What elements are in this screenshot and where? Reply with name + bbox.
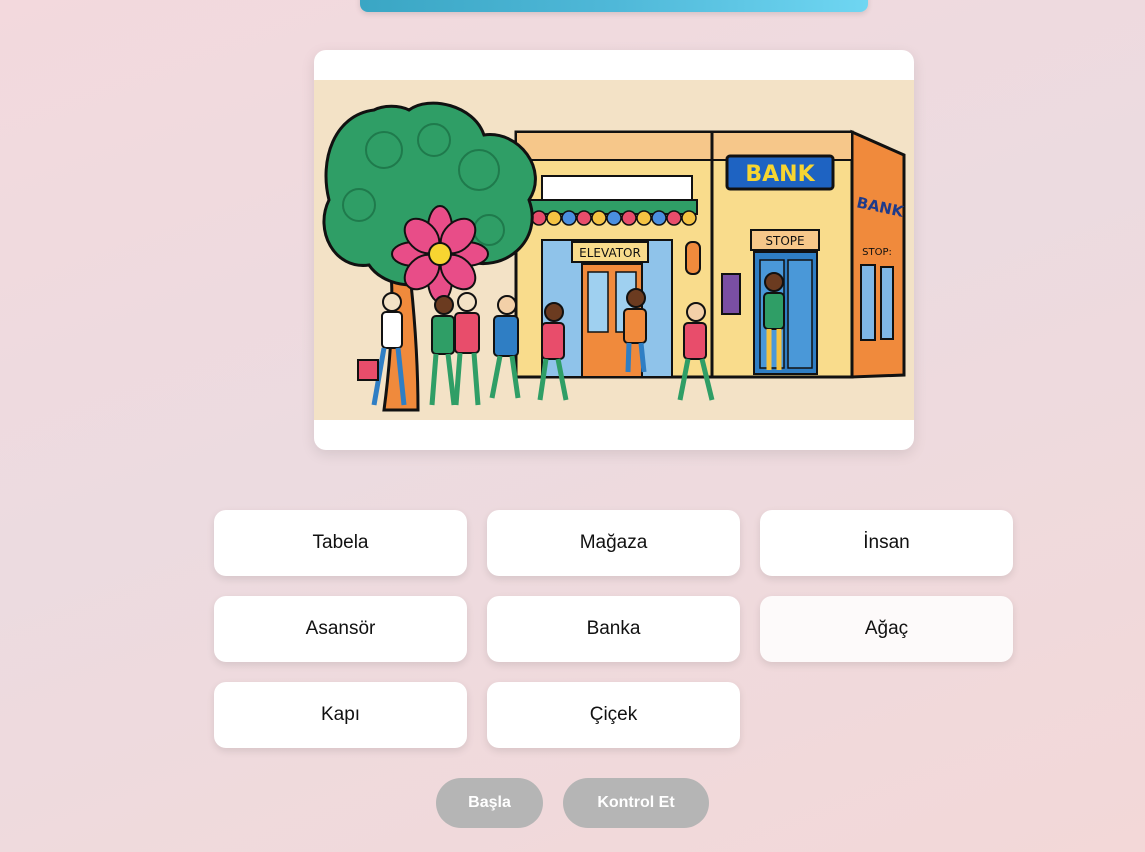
word-card-asansor[interactable]: Asansör <box>214 596 467 662</box>
elevator-sign-text: ELEVATOR <box>579 246 641 260</box>
word-card-agac[interactable]: Ağaç <box>760 596 1013 662</box>
top-banner <box>360 0 868 12</box>
street-scene-illustration: BANK BANK STOP: ELEVATOR STOPE <box>314 80 914 420</box>
control-buttons: Başla Kontrol Et <box>0 778 1145 828</box>
bank-sign-text: BANK <box>745 162 815 187</box>
side-stop-sign-text: STOP: <box>862 247 892 258</box>
store-sign-text: STOPE <box>765 234 804 248</box>
start-button[interactable]: Başla <box>436 778 543 828</box>
word-options-grid: Tabela Mağaza İnsan Asansör Banka Ağaç K… <box>214 510 1013 748</box>
word-card-magaza[interactable]: Mağaza <box>487 510 740 576</box>
word-card-insan[interactable]: İnsan <box>760 510 1013 576</box>
word-card-kapi[interactable]: Kapı <box>214 682 467 748</box>
picture-card: BANK BANK STOP: ELEVATOR STOPE <box>314 50 914 450</box>
word-card-cicek[interactable]: Çiçek <box>487 682 740 748</box>
word-card-banka[interactable]: Banka <box>487 596 740 662</box>
word-card-tabela[interactable]: Tabela <box>214 510 467 576</box>
check-button[interactable]: Kontrol Et <box>563 778 709 828</box>
